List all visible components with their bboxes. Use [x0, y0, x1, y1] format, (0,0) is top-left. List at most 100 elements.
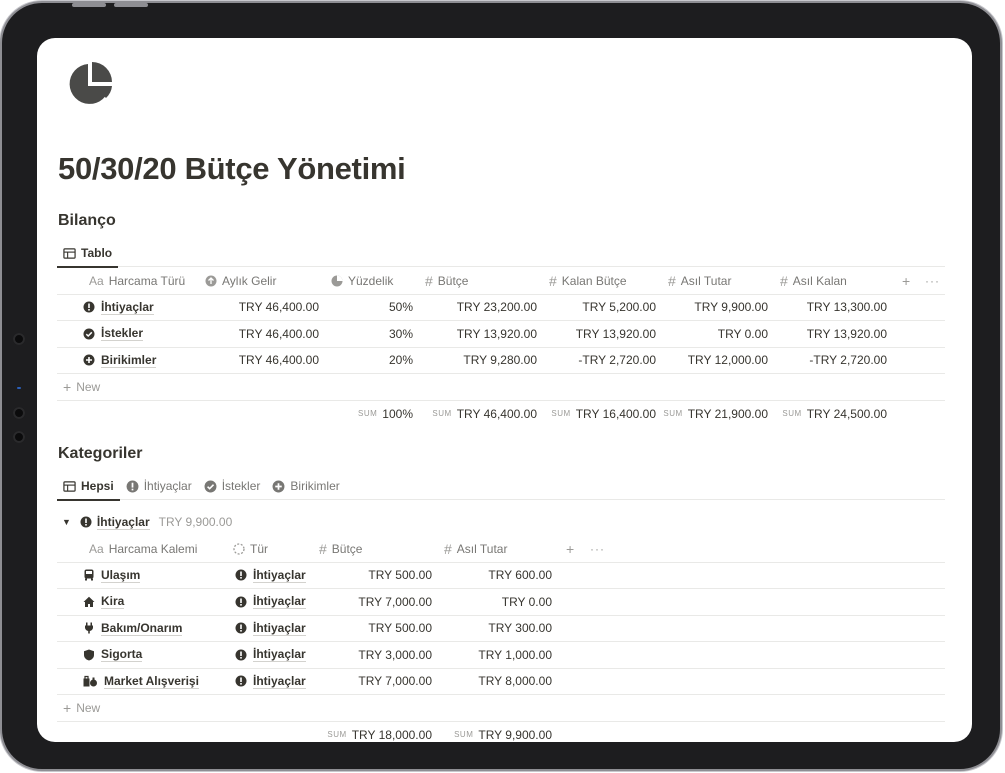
sum-kalan-butce[interactable]: SUM TRY 16,400.00: [543, 401, 656, 428]
table-row[interactable]: Kira İhtiyaçlar TRY 7,000.00 TRY 0.00: [57, 589, 945, 616]
table-row[interactable]: Sigorta İhtiyaçlar TRY 3,000.00 TRY 1,00…: [57, 642, 945, 669]
cell-butce: TRY 500.00: [368, 621, 432, 636]
group-header[interactable]: ▼ İhtiyaçlar TRY 9,900.00: [57, 511, 232, 533]
sum-asil-tutar[interactable]: SUM TRY 21,900.00: [662, 401, 768, 428]
formula-icon: [205, 275, 217, 287]
exclamation-icon: [235, 569, 247, 581]
row-name[interactable]: Sigorta: [101, 647, 143, 663]
rollup-icon: [331, 275, 343, 287]
plus-icon: +: [63, 699, 72, 716]
column-header-butce[interactable]: # Bütçe: [425, 268, 468, 294]
cell-asil-kalan: -TRY 2,720.00: [809, 353, 887, 368]
cell-yuzdelik: 50%: [388, 300, 413, 315]
number-property-icon: #: [780, 272, 788, 289]
sum-asil-tutar[interactable]: SUM TRY 9,900.00: [438, 722, 552, 743]
tab-hepsi[interactable]: Hepsi: [57, 472, 120, 501]
tab-tablo[interactable]: Tablo: [57, 239, 119, 268]
row-name[interactable]: İhtiyaçlar: [101, 300, 154, 315]
relation-tur[interactable]: İhtiyaçlar: [253, 647, 306, 663]
cell-asil-tutar: TRY 9,900.00: [694, 300, 768, 315]
check-circle-icon: [204, 480, 217, 492]
bilanco-view-tabs: Tablo: [57, 239, 945, 268]
new-row-button[interactable]: + New: [57, 374, 945, 401]
volume-button: [72, 3, 106, 7]
plug-icon: [83, 622, 95, 634]
column-header-asil-tutar[interactable]: # Asıl Tutar: [668, 268, 731, 294]
number-property-icon: #: [319, 540, 327, 557]
column-header-tur[interactable]: Tür: [233, 536, 268, 562]
plus-circle-icon: [83, 354, 95, 366]
column-header-aylik-gelir[interactable]: Aylık Gelir: [205, 268, 276, 294]
new-row-button[interactable]: + New: [57, 695, 945, 722]
table-row[interactable]: İstekler TRY 46,400.00 30% TRY 13,920.00…: [57, 321, 945, 348]
table-row[interactable]: Ulaşım İhtiyaçlar TRY 500.00 TRY 600.00: [57, 563, 945, 589]
table-row[interactable]: Market Alışverişi İhtiyaçlar TRY 7,000.0…: [57, 669, 945, 695]
row-name[interactable]: Ulaşım: [101, 568, 141, 583]
plus-circle-icon: [272, 480, 285, 492]
exclamation-icon: [83, 301, 95, 313]
table-row[interactable]: Birikimler TRY 46,400.00 20% TRY 9,280.0…: [57, 348, 945, 374]
table-row[interactable]: İhtiyaçlar TRY 46,400.00 50% TRY 23,200.…: [57, 295, 945, 321]
row-name[interactable]: Bakım/Onarım: [101, 621, 183, 636]
cell-butce: TRY 7,000.00: [358, 594, 432, 609]
section-heading-kategoriler: Kategoriler: [58, 445, 143, 462]
number-property-icon: #: [549, 272, 557, 289]
column-header-asil-kalan[interactable]: # Asıl Kalan: [780, 268, 847, 294]
row-name[interactable]: Birikimler: [101, 353, 157, 368]
column-header-butce[interactable]: # Bütçe: [319, 536, 362, 562]
tab-ihtiyaclar[interactable]: İhtiyaçlar: [120, 472, 198, 500]
plus-icon: +: [63, 378, 72, 395]
column-header-asil-tutar[interactable]: # Asıl Tutar: [444, 536, 507, 562]
sum-asil-kalan[interactable]: SUM TRY 24,500.00: [774, 401, 887, 428]
shopping-icon: [83, 675, 98, 687]
tab-istekler[interactable]: İstekler: [198, 472, 267, 500]
home-icon: [83, 596, 95, 608]
group-total: TRY 9,900.00: [158, 515, 233, 529]
cell-butce: TRY 7,000.00: [358, 674, 432, 689]
cell-butce: TRY 13,920.00: [456, 326, 537, 341]
column-header-yuzdelik[interactable]: Yüzdelik: [331, 268, 393, 294]
relation-tur[interactable]: İhtiyaçlar: [253, 674, 306, 689]
tab-birikimler[interactable]: Birikimler: [266, 472, 345, 500]
cell-yuzdelik: 30%: [388, 326, 413, 341]
row-name[interactable]: İstekler: [101, 326, 144, 342]
row-name[interactable]: Kira: [101, 594, 125, 610]
cell-asil-tutar: TRY 8,000.00: [478, 674, 552, 689]
sum-butce[interactable]: SUM TRY 46,400.00: [419, 401, 537, 428]
bus-icon: [83, 569, 95, 581]
add-property-button[interactable]: +: [566, 536, 574, 562]
row-name[interactable]: Market Alışverişi: [104, 674, 199, 689]
more-options-button[interactable]: ···: [590, 536, 605, 562]
relation-tur[interactable]: İhtiyaçlar: [253, 594, 306, 610]
column-header-kalan-butce[interactable]: # Kalan Bütçe: [549, 268, 627, 294]
pie-chart-icon[interactable]: [66, 60, 114, 108]
relation-tur[interactable]: İhtiyaçlar: [253, 568, 306, 583]
more-options-button[interactable]: ···: [925, 268, 940, 294]
camera-lens: [13, 407, 25, 419]
cell-aylik-gelir: TRY 46,400.00: [238, 353, 319, 368]
exclamation-icon: [235, 622, 247, 634]
number-property-icon: #: [444, 540, 452, 557]
tab-label: İhtiyaçlar: [143, 479, 192, 493]
collapse-arrow-icon[interactable]: ▼: [62, 517, 71, 527]
camera-lens: [13, 431, 25, 443]
exclamation-icon: [235, 649, 247, 661]
cell-asil-tutar: TRY 0.00: [501, 594, 552, 609]
column-header-harcama-turu[interactable]: Aa Harcama Türü: [89, 268, 185, 294]
exclamation-icon: [126, 480, 139, 492]
cell-asil-kalan: TRY 13,300.00: [806, 300, 887, 315]
sum-yuzdelik[interactable]: SUM 100%: [325, 401, 413, 428]
sum-butce[interactable]: SUM TRY 18,000.00: [313, 722, 432, 743]
camera-lens: [13, 333, 25, 345]
relation-tur[interactable]: İhtiyaçlar: [253, 621, 306, 636]
table-header-row: Aa Harcama Türü Aylık Gelir Yüzdelik # Büt…: [57, 268, 945, 295]
column-header-harcama-kalemi[interactable]: Aa Harcama Kalemi: [89, 536, 197, 562]
add-property-button[interactable]: +: [902, 268, 910, 294]
cell-aylik-gelir: TRY 46,400.00: [238, 300, 319, 315]
tab-label: Tablo: [81, 246, 113, 260]
sum-row: SUM TRY 18,000.00 SUM TRY 9,900.00: [57, 722, 945, 743]
cell-asil-tutar: TRY 300.00: [488, 621, 552, 636]
cell-kalan-butce: -TRY 2,720.00: [578, 353, 656, 368]
table-row[interactable]: Bakım/Onarım İhtiyaçlar TRY 500.00 TRY 3…: [57, 616, 945, 642]
cell-asil-tutar: TRY 1,000.00: [478, 647, 552, 662]
